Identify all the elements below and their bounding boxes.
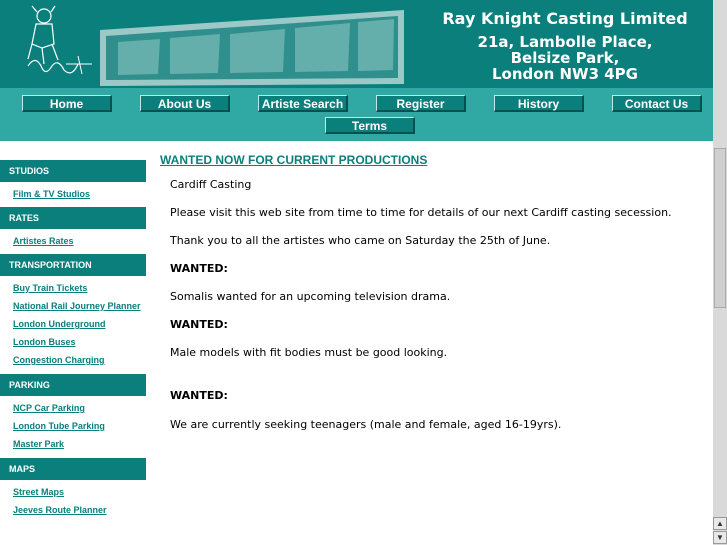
sidebar: STUDIOS Film & TV Studios RATES Artistes… <box>0 141 146 545</box>
nav-terms-button[interactable]: Terms <box>325 117 415 134</box>
sidebar-heading-studios: STUDIOS <box>0 160 146 182</box>
nav-history-button[interactable]: History <box>494 95 584 112</box>
nav-home-button[interactable]: Home <box>22 95 112 112</box>
sidebar-link-artistes-rates[interactable]: Artistes Rates <box>13 236 74 246</box>
sidebar-link-buy-train-tickets[interactable]: Buy Train Tickets <box>13 283 87 293</box>
content-paragraph: Thank you to all the artistes who came o… <box>170 234 551 247</box>
logo <box>27 5 92 75</box>
sidebar-heading-maps: MAPS <box>0 458 146 480</box>
sidebar-heading-rates: RATES <box>0 207 146 229</box>
address-line-3: London NW3 4PG <box>492 65 638 83</box>
sidebar-link-national-rail[interactable]: National Rail Journey Planner <box>13 301 141 311</box>
content-paragraph: We are currently seeking teenagers (male… <box>170 418 562 431</box>
content-paragraph: Male models with fit bodies must be good… <box>170 346 448 359</box>
nav-about-button[interactable]: About Us <box>140 95 230 112</box>
company-name: Ray Knight Casting Limited <box>442 9 688 28</box>
sidebar-link-ncp-car-parking[interactable]: NCP Car Parking <box>13 403 85 413</box>
sidebar-link-congestion-charging[interactable]: Congestion Charging <box>13 355 105 365</box>
scroll-up-arrow-icon[interactable]: ▲ <box>713 517 727 530</box>
content-paragraph: Please visit this web site from time to … <box>170 206 672 219</box>
sidebar-link-film-tv-studios[interactable]: Film & TV Studios <box>13 189 90 199</box>
sidebar-link-london-underground[interactable]: London Underground <box>13 319 105 329</box>
nav-bar: Home About Us Artiste Search Register Hi… <box>0 88 713 141</box>
sidebar-link-master-park[interactable]: Master Park <box>13 439 64 449</box>
sidebar-link-london-buses[interactable]: London Buses <box>13 337 76 347</box>
sidebar-link-street-maps[interactable]: Street Maps <box>13 487 64 497</box>
vertical-scrollbar[interactable]: ▲ ▼ <box>713 0 727 545</box>
scroll-down-arrow-icon[interactable]: ▼ <box>713 531 727 544</box>
nav-artiste-search-button[interactable]: Artiste Search <box>258 95 348 112</box>
nav-register-button[interactable]: Register <box>376 95 466 112</box>
content-title[interactable]: WANTED NOW FOR CURRENT PRODUCTIONS <box>160 153 427 167</box>
site-header: Ray Knight Casting Limited 21a, Lambolle… <box>0 0 713 88</box>
sidebar-heading-parking: PARKING <box>0 374 146 396</box>
wanted-heading: WANTED: <box>170 318 228 331</box>
wanted-heading: WANTED: <box>170 262 228 275</box>
scrollbar-thumb[interactable] <box>714 148 726 308</box>
wanted-heading: WANTED: <box>170 389 228 402</box>
film-strip-graphic <box>100 10 404 86</box>
sidebar-link-jeeves-route-planner[interactable]: Jeeves Route Planner <box>13 505 107 515</box>
sidebar-link-london-tube-parking[interactable]: London Tube Parking <box>13 421 105 431</box>
content-paragraph: Somalis wanted for an upcoming televisio… <box>170 290 451 303</box>
content-paragraph: Cardiff Casting <box>170 178 252 191</box>
nav-contact-button[interactable]: Contact Us <box>612 95 702 112</box>
sidebar-heading-transportation: TRANSPORTATION <box>0 254 146 276</box>
